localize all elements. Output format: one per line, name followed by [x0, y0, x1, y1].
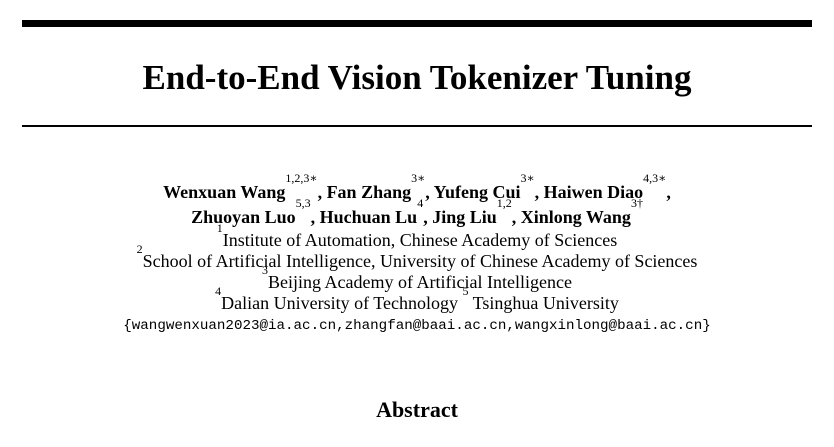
authors-block: Wenxuan Wang1,2,3∗, Fan Zhang3∗, Yufeng … [0, 172, 834, 338]
affiliation-line: 1Institute of Automation, Chinese Academ… [0, 222, 834, 251]
author-separator: , [666, 182, 671, 202]
author-name: Huchuan Lu [319, 207, 418, 227]
affiliation-mark: 4 [215, 284, 222, 298]
author-affiliation-mark: 5,3 [295, 196, 311, 210]
author-affiliation-mark: 1,2,3∗ [285, 171, 318, 185]
author-line-2: Zhuoyan Luo5,3, Huchuan Lu4, Jing Liu1,2… [0, 197, 834, 230]
top-rule [22, 20, 812, 27]
affiliation-mark: 5 [462, 284, 469, 298]
author-affiliation-mark: 1,2 [496, 196, 512, 210]
author-separator: , [310, 207, 320, 227]
author-name: Xinlong Wang [520, 207, 631, 227]
author-name: Zhuoyan Luo [191, 207, 296, 227]
paper-title: End-to-End Vision Tokenizer Tuning [142, 58, 692, 97]
author-name: Fan Zhang [326, 182, 412, 202]
affiliation-text: Tsinghua University [468, 293, 619, 313]
affiliation-text: Institute of Automation, Chinese Academy… [222, 230, 618, 250]
author-emails[interactable]: {wangwenxuan2023@ia.ac.cn,zhangfan@baai.… [0, 314, 834, 338]
author-affiliation-mark: 3∗ [411, 171, 426, 185]
affiliation-text: School of Artificial Intelligence, Unive… [142, 251, 698, 271]
author-separator: , [317, 182, 327, 202]
affiliation-mark: 3 [262, 263, 269, 277]
author-affiliation-mark: 4 [417, 196, 424, 210]
author-affiliation-mark: 3∗ [520, 171, 535, 185]
author-separator: , [425, 182, 434, 202]
author-name: Wenxuan Wang [163, 182, 286, 202]
author-separator: , [534, 182, 544, 202]
affiliation-text: Beijing Academy of Artificial Intelligen… [268, 272, 572, 292]
author-separator: , [511, 207, 521, 227]
affiliation-text: Dalian University of Technology [221, 293, 463, 313]
affiliation-line: 4Dalian University of Technology 5 Tsing… [0, 285, 834, 314]
affiliation-mark: 2 [136, 242, 143, 256]
author-affiliation-mark: 4,3∗ [643, 171, 667, 185]
author-name: Haiwen Diao [543, 182, 644, 202]
author-name: Jing Liu [432, 207, 497, 227]
affiliation-mark: 1 [216, 221, 223, 235]
affiliation-line: 3Beijing Academy of Artificial Intellige… [0, 264, 834, 293]
abstract-heading: Abstract [376, 397, 458, 422]
title-bottom-rule [22, 125, 812, 127]
affiliation-line: 2School of Artificial Intelligence, Univ… [0, 243, 834, 272]
author-separator: , [423, 207, 433, 227]
author-affiliation-mark: 3† [630, 196, 643, 210]
